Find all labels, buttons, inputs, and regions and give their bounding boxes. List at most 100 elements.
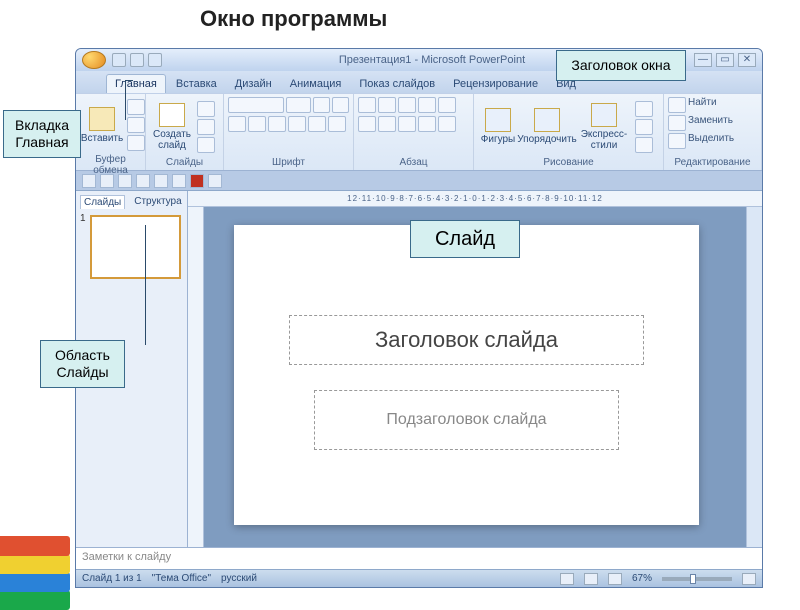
tab-slideshow[interactable]: Показ слайдов (351, 75, 443, 93)
reset-icon[interactable] (197, 119, 215, 135)
maximize-button[interactable]: ▭ (716, 53, 734, 67)
group-slides-label: Слайды (150, 156, 219, 168)
panel-tab-slides[interactable]: Слайды (80, 195, 125, 209)
bullets-icon[interactable] (358, 97, 376, 113)
qat-redo-icon[interactable] (148, 53, 162, 67)
subtitle-placeholder[interactable]: Подзаголовок слайда (314, 390, 619, 450)
secondary-toolbar (76, 171, 762, 191)
page-heading: Окно программы (200, 6, 387, 32)
numbering-icon[interactable] (378, 97, 396, 113)
layout-icon[interactable] (197, 101, 215, 117)
indent-inc-icon[interactable] (418, 97, 436, 113)
qat-save-icon[interactable] (112, 53, 126, 67)
replace-icon (668, 115, 686, 131)
title-placeholder[interactable]: Заголовок слайда (289, 315, 644, 365)
select-label: Выделить (688, 133, 734, 149)
shapes-icon (485, 108, 511, 132)
strip-color-icon[interactable] (190, 174, 204, 188)
zoom-percent[interactable]: 67% (632, 573, 652, 584)
vertical-scrollbar[interactable] (746, 207, 762, 547)
format-painter-icon[interactable] (127, 135, 145, 151)
powerpoint-window: Презентация1 - Microsoft PowerPoint — ▭ … (75, 48, 763, 588)
font-family-dropdown[interactable] (228, 97, 284, 113)
italic-icon[interactable] (248, 116, 266, 132)
new-slide-icon (159, 103, 185, 127)
quick-styles-button[interactable]: Экспресс-стили (576, 99, 632, 155)
strip-icon[interactable] (82, 174, 96, 188)
copy-icon[interactable] (127, 117, 145, 133)
shapes-button[interactable]: Фигуры (478, 99, 518, 155)
callout-slide: Слайд (410, 220, 520, 258)
status-language[interactable]: русский (221, 573, 257, 584)
paste-button[interactable]: Вставить (80, 97, 124, 153)
strip-icon[interactable] (118, 174, 132, 188)
shape-outline-icon[interactable] (635, 119, 653, 135)
ruler-horizontal: 12·11·10·9·8·7·6·5·4·3·2·1·0·1·2·3·4·5·6… (188, 191, 762, 207)
arrow-line (145, 225, 146, 345)
quick-styles-icon (591, 103, 617, 127)
arrange-icon (534, 108, 560, 132)
view-normal-icon[interactable] (560, 573, 574, 585)
callout-slides-panel: Область Слайды (40, 340, 125, 388)
close-button[interactable]: ✕ (738, 53, 756, 67)
strip-icon[interactable] (100, 174, 114, 188)
shapes-label: Фигуры (481, 134, 515, 145)
slide[interactable]: Заголовок слайда Подзаголовок слайда (234, 225, 699, 525)
canvas[interactable]: Заголовок слайда Подзаголовок слайда (204, 207, 746, 547)
find-button[interactable]: Найти (668, 97, 717, 113)
align-center-icon[interactable] (378, 116, 396, 132)
status-bar: Слайд 1 из 1 "Тема Office" русский 67% (76, 569, 762, 587)
shape-effects-icon[interactable] (635, 137, 653, 153)
zoom-slider-thumb[interactable] (690, 574, 696, 584)
shadow-icon[interactable] (308, 116, 326, 132)
ruler-vertical (188, 207, 204, 547)
bold-icon[interactable] (228, 116, 246, 132)
tab-design[interactable]: Дизайн (227, 75, 280, 93)
tab-insert[interactable]: Вставка (168, 75, 225, 93)
group-paragraph-label: Абзац (358, 156, 469, 168)
font-color-icon[interactable] (328, 116, 346, 132)
strike-icon[interactable] (288, 116, 306, 132)
tab-home[interactable]: Главная (106, 74, 166, 93)
tab-review[interactable]: Рецензирование (445, 75, 546, 93)
qat-undo-icon[interactable] (130, 53, 144, 67)
strip-icon[interactable] (154, 174, 168, 188)
group-editing-label: Редактирование (668, 156, 757, 168)
align-left-icon[interactable] (358, 116, 376, 132)
underline-icon[interactable] (268, 116, 286, 132)
replace-label: Заменить (688, 115, 733, 131)
indent-dec-icon[interactable] (398, 97, 416, 113)
view-sorter-icon[interactable] (584, 573, 598, 585)
status-theme: "Тема Office" (152, 573, 211, 584)
strip-icon[interactable] (172, 174, 186, 188)
align-right-icon[interactable] (398, 116, 416, 132)
select-button[interactable]: Выделить (668, 133, 734, 149)
paste-icon (89, 107, 115, 131)
shape-fill-icon[interactable] (635, 101, 653, 117)
arrange-button[interactable]: Упорядочить (521, 99, 573, 155)
minimize-button[interactable]: — (694, 53, 712, 67)
notes-pane[interactable]: Заметки к слайду (76, 547, 762, 569)
panel-tab-outline[interactable]: Структура (131, 195, 184, 209)
justify-icon[interactable] (418, 116, 436, 132)
columns-icon[interactable] (438, 116, 456, 132)
view-slideshow-icon[interactable] (608, 573, 622, 585)
replace-button[interactable]: Заменить (668, 115, 733, 131)
thumb-number: 1 (80, 213, 86, 224)
strip-icon[interactable] (136, 174, 150, 188)
cut-icon[interactable] (127, 99, 145, 115)
zoom-slider[interactable] (662, 577, 732, 581)
fit-to-window-icon[interactable] (742, 573, 756, 585)
delete-slide-icon[interactable] (197, 137, 215, 153)
tab-animation[interactable]: Анимация (282, 75, 350, 93)
group-drawing-label: Рисование (478, 156, 659, 168)
office-button[interactable] (82, 51, 106, 69)
font-size-dropdown[interactable] (286, 97, 312, 113)
find-label: Найти (688, 97, 717, 113)
line-spacing-icon[interactable] (438, 97, 456, 113)
strip-icon[interactable] (208, 174, 222, 188)
new-slide-button[interactable]: Создать слайд (150, 99, 194, 155)
slide-thumbnail[interactable] (90, 215, 181, 279)
shrink-font-icon[interactable] (332, 97, 349, 113)
grow-font-icon[interactable] (313, 97, 330, 113)
